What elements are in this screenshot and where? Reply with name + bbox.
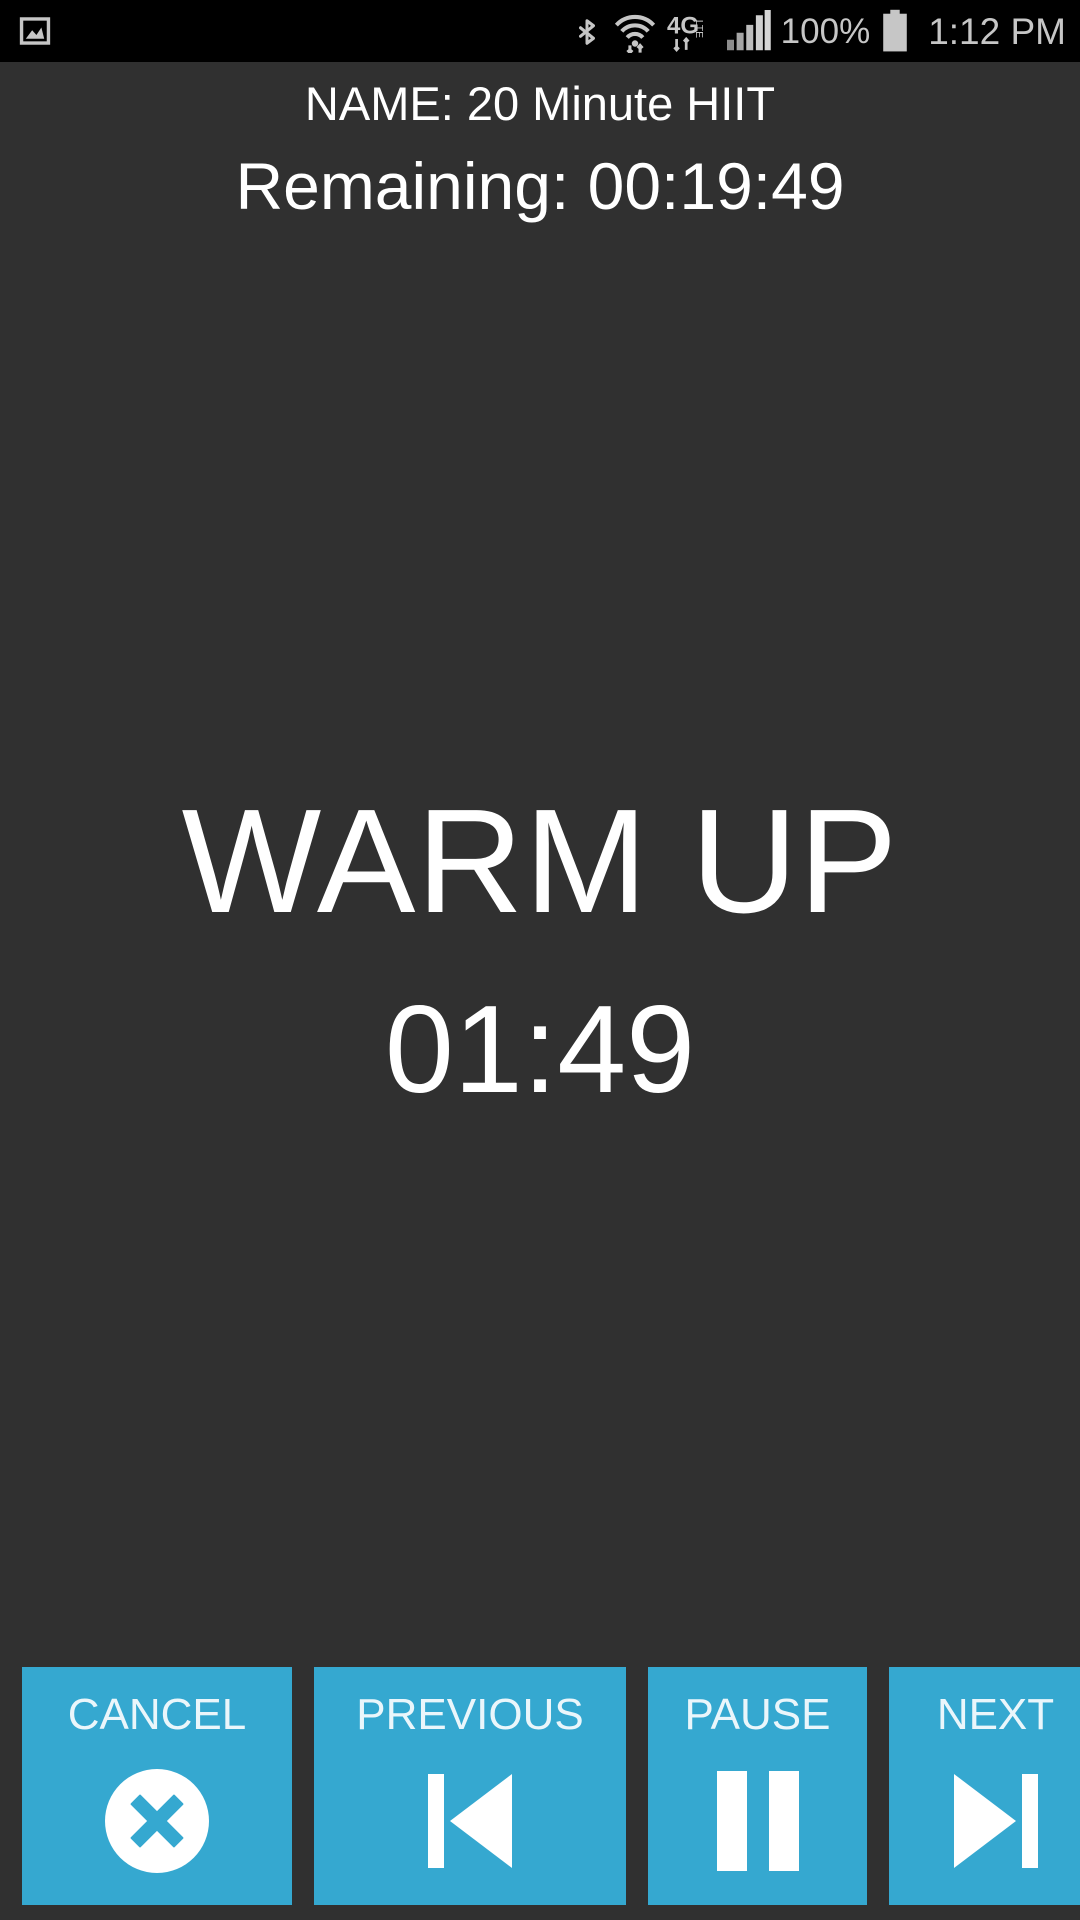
previous-button[interactable]: PREVIOUS <box>314 1667 626 1905</box>
skip-next-icon <box>889 1737 1080 1905</box>
interval-countdown-label: 01:49 <box>384 981 696 1119</box>
bar-gap-1 <box>292 1667 314 1905</box>
gallery-image-icon <box>18 14 52 48</box>
battery-percent-label: 100% <box>780 11 871 51</box>
skip-previous-icon <box>314 1737 626 1905</box>
cancel-button[interactable]: CANCEL <box>22 1667 292 1905</box>
status-bar: 4G LTE 100% 1:12 PM <box>0 0 1080 62</box>
bar-gap-2 <box>626 1667 648 1905</box>
battery-icon <box>880 9 910 53</box>
current-interval-display: WARM UP 01:49 <box>0 240 1080 1660</box>
svg-text:LTE: LTE <box>692 20 703 38</box>
4g-lte-icon: 4G LTE <box>667 9 715 53</box>
pause-button-label: PAUSE <box>684 1690 831 1739</box>
cancel-button-label: CANCEL <box>67 1690 247 1739</box>
status-bar-indicators: 4G LTE 100% 1:12 PM <box>571 9 1066 55</box>
next-button-label: NEXT <box>936 1690 1055 1739</box>
workout-header: NAME: 20 Minute HIIT Remaining: 00:19:49 <box>0 62 1080 219</box>
bluetooth-icon <box>571 9 603 53</box>
previous-button-label: PREVIOUS <box>356 1690 584 1739</box>
status-bar-notifications <box>18 14 52 48</box>
bar-edge-gap-left <box>0 1667 22 1905</box>
cancel-circle-x-icon <box>22 1737 292 1905</box>
next-button[interactable]: NEXT <box>889 1667 1080 1905</box>
pause-icon <box>648 1737 867 1905</box>
bar-gap-3 <box>867 1667 889 1905</box>
remaining-time-label: Remaining: 00:19:49 <box>235 149 845 223</box>
playback-control-bar: CANCEL PREVIOUS PAUSE NEXT <box>0 1667 1080 1905</box>
cellular-signal-icon <box>725 10 771 52</box>
app-screen: 4G LTE 100% 1:12 PM NAME: 20 Minute HIIT… <box>0 0 1080 1920</box>
status-bar-clock: 1:12 PM <box>928 10 1066 52</box>
wifi-icon <box>613 9 657 55</box>
workout-name-label: NAME: 20 Minute HIIT <box>304 77 776 130</box>
pause-button[interactable]: PAUSE <box>648 1667 867 1905</box>
interval-name-label: WARM UP <box>181 779 899 944</box>
